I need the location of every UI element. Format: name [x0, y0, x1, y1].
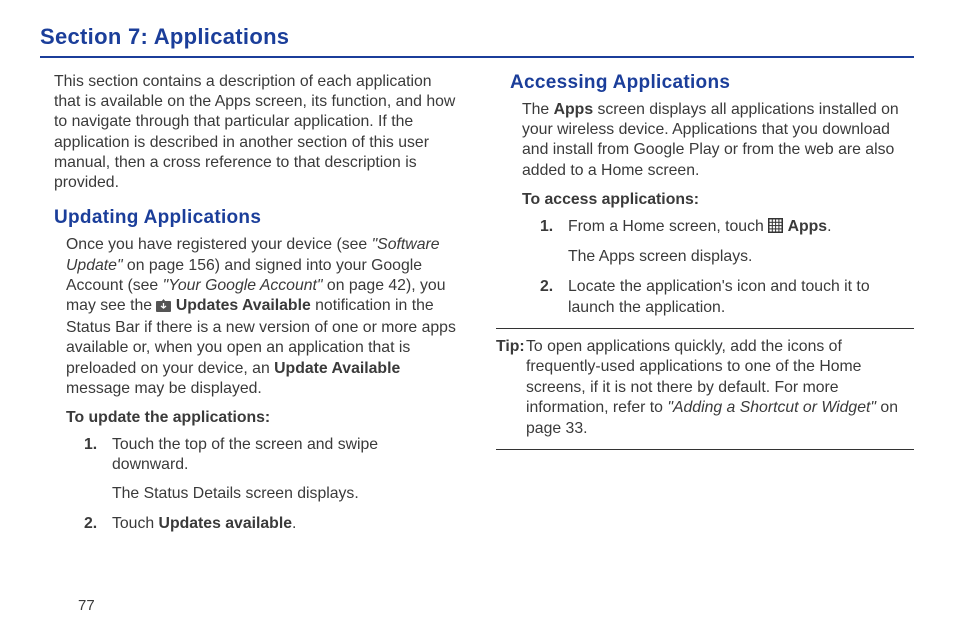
step-text: From a Home screen, touch — [568, 218, 768, 235]
page-title: Section 7: Applications — [40, 24, 914, 50]
step-text: . — [292, 515, 296, 532]
step-number: 1. — [84, 435, 112, 504]
tip-content: To open applications quickly, add the ic… — [526, 337, 914, 440]
step-text: . — [827, 218, 831, 235]
step-content: From a Home screen, touch Apps. The Apps… — [568, 217, 914, 267]
content-columns: This section contains a description of e… — [40, 72, 914, 544]
download-available-icon — [156, 298, 171, 318]
tip-rule-top — [496, 328, 914, 329]
apps-label-bold: Apps — [788, 218, 828, 235]
update-steps-list: 1. Touch the top of the screen and swipe… — [40, 435, 458, 534]
step-text: Touch the top of the screen and swipe do… — [112, 436, 378, 473]
shortcut-widget-ref: "Adding a Shortcut or Widget" — [667, 399, 876, 416]
step-result: The Status Details screen displays. — [112, 484, 458, 504]
updates-available-label: Updates Available — [176, 297, 311, 314]
access-steps-list: 1. From a Home screen, touch Apps. The A… — [496, 217, 914, 318]
updates-available-bold: Updates available — [159, 515, 292, 532]
step-number: 2. — [84, 514, 112, 534]
right-column: Accessing Applications The Apps screen d… — [496, 72, 914, 544]
step-number: 1. — [540, 217, 568, 267]
title-underline — [40, 56, 914, 58]
accessing-apps-paragraph: The Apps screen displays all application… — [496, 100, 914, 181]
list-item: 2. Touch Updates available. — [84, 514, 458, 534]
step-content: Locate the application's icon and touch … — [568, 277, 914, 317]
text-segment: The — [522, 101, 554, 118]
step-number: 2. — [540, 277, 568, 317]
step-text: Touch — [112, 515, 159, 532]
google-account-ref: "Your Google Account" — [163, 277, 323, 294]
updating-apps-heading: Updating Applications — [40, 207, 458, 229]
page-number: 77 — [78, 597, 95, 614]
tip-rule-bottom — [496, 449, 914, 450]
accessing-apps-heading: Accessing Applications — [496, 72, 914, 94]
list-item: 2. Locate the application's icon and tou… — [540, 277, 914, 317]
step-content: Touch the top of the screen and swipe do… — [112, 435, 458, 504]
update-available-label: Update Available — [274, 360, 400, 377]
list-item: 1. Touch the top of the screen and swipe… — [84, 435, 458, 504]
text-segment: Once you have registered your device (se… — [66, 236, 372, 253]
apps-grid-icon — [768, 218, 783, 239]
step-result: The Apps screen displays. — [568, 247, 914, 267]
intro-paragraph: This section contains a description of e… — [40, 72, 458, 193]
apps-bold: Apps — [554, 101, 594, 118]
step-content: Touch Updates available. — [112, 514, 458, 534]
to-access-subtitle: To access applications: — [496, 191, 914, 209]
tip-label: Tip: — [496, 337, 526, 440]
list-item: 1. From a Home screen, touch Apps. The A… — [540, 217, 914, 267]
updating-apps-paragraph: Once you have registered your device (se… — [40, 235, 458, 399]
to-update-subtitle: To update the applications: — [40, 409, 458, 427]
text-segment: message may be displayed. — [66, 380, 262, 397]
left-column: This section contains a description of e… — [40, 72, 458, 544]
tip-block: Tip: To open applications quickly, add t… — [496, 337, 914, 440]
